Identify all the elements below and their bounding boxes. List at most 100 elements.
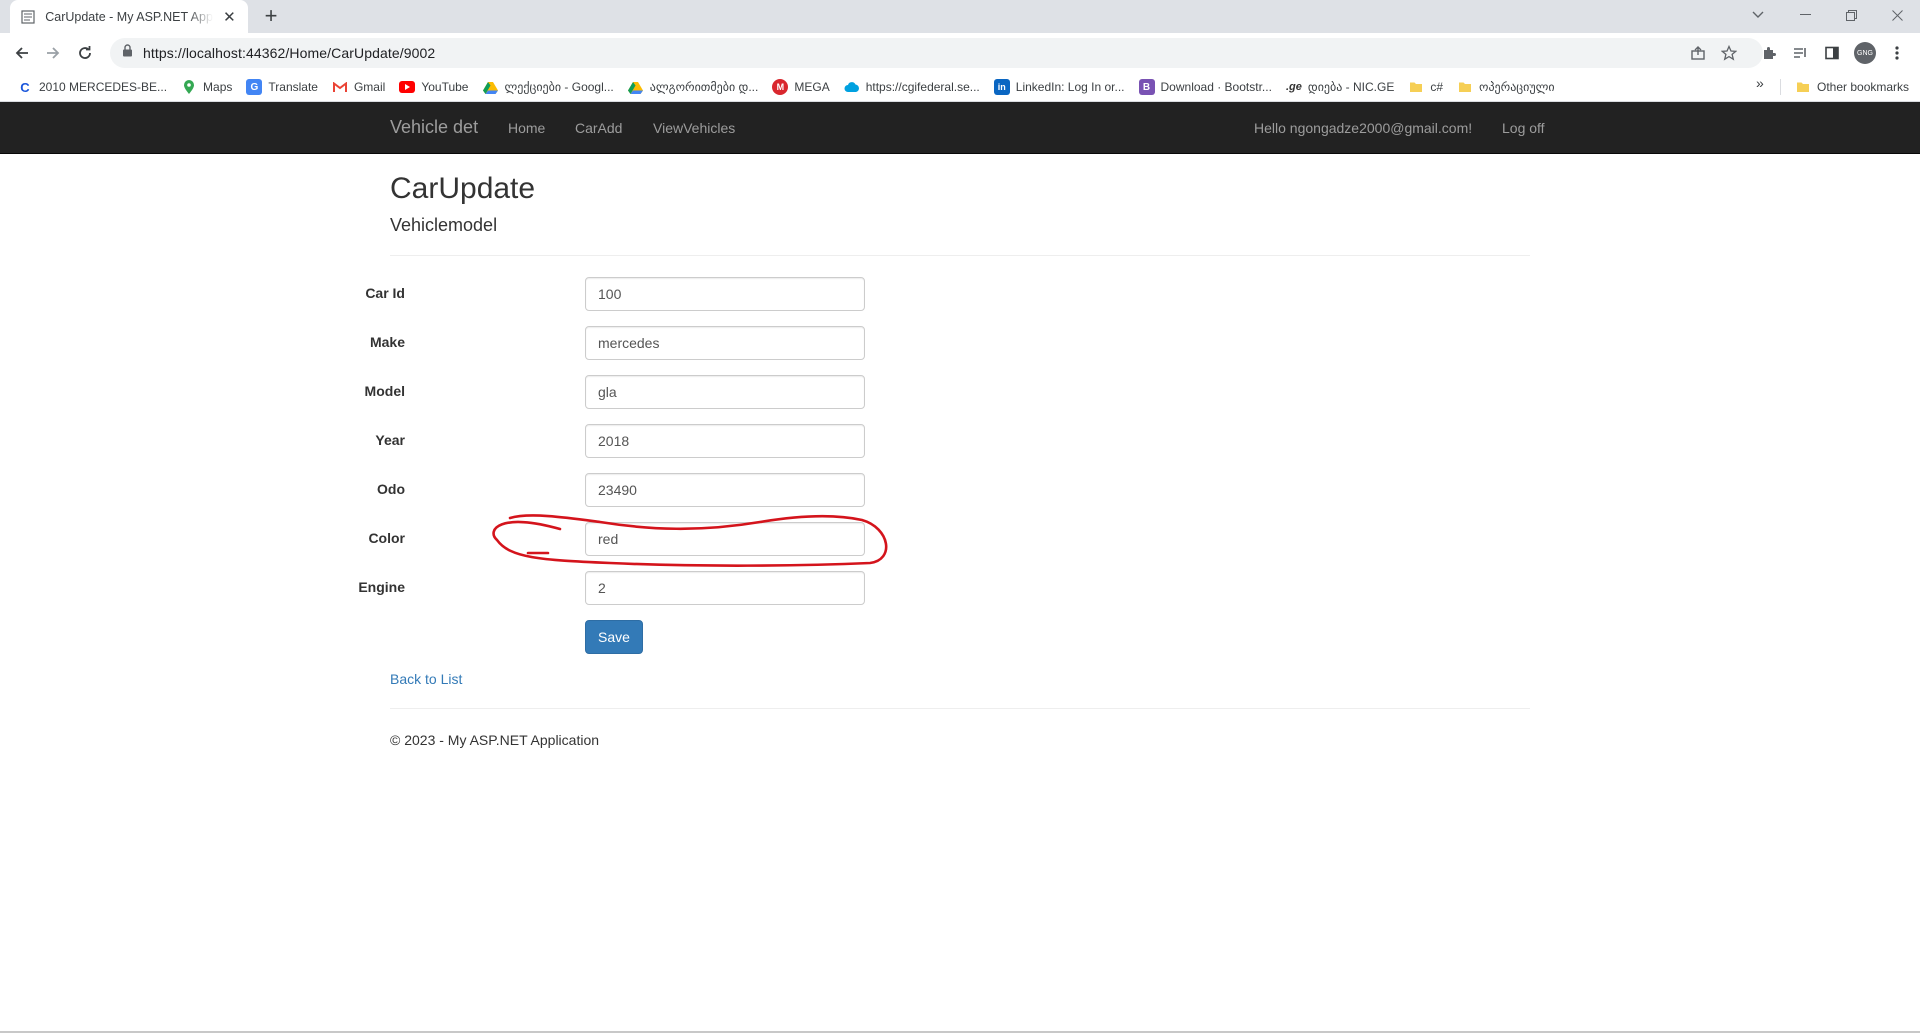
page-title: CarUpdate <box>390 172 536 205</box>
engine-label: Engine <box>358 579 405 595</box>
browser-tab-strip: CarUpdate - My ASP.NET Application ✕ + <box>0 0 1920 33</box>
bookmark-item[interactable]: B Download · Bootstr... <box>1132 75 1279 99</box>
restore-window-icon[interactable] <box>1828 0 1874 30</box>
bookmark-label: Maps <box>203 80 233 94</box>
page-favicon-icon <box>20 9 35 25</box>
bookmark-item[interactable]: Gmail <box>325 75 392 99</box>
bookmark-label: დიება - NIC.GE <box>1307 80 1395 94</box>
url-text: https://localhost:44362/Home/CarUpdate/9… <box>143 45 436 61</box>
divider <box>390 255 1530 256</box>
close-window-icon[interactable] <box>1874 0 1920 30</box>
bookmark-item[interactable]: https://cgifederal.se... <box>837 75 987 99</box>
odo-input[interactable]: 23490 <box>585 473 865 507</box>
back-to-list-link[interactable]: Back to List <box>390 671 462 687</box>
browser-tab[interactable]: CarUpdate - My ASP.NET Application ✕ <box>10 0 248 33</box>
form-row-model: Model gla <box>365 375 1530 409</box>
tab-search-icon[interactable] <box>1735 0 1781 30</box>
form-row-color: Color red <box>368 522 1530 556</box>
bookmark-item[interactable]: ალგორითმები დ... <box>621 75 766 99</box>
profile-avatar[interactable]: GNG <box>1852 40 1878 66</box>
page-subtitle: Vehiclemodel <box>390 215 498 235</box>
bookmark-item[interactable]: YouTube <box>392 75 475 99</box>
form-row-year: Year 2018 <box>375 424 1530 458</box>
footer-copyright: © 2023 - My ASP.NET Application <box>390 732 600 748</box>
engine-input[interactable]: 2 <box>585 571 865 605</box>
youtube-icon <box>399 79 416 95</box>
bookmark-label: Translate <box>268 80 318 94</box>
bookmark-label: ოპერაციული <box>1479 80 1555 94</box>
bookmarks-divider <box>1780 79 1781 95</box>
linkedin-icon: in <box>993 79 1010 95</box>
bookmark-item[interactable]: .ge დიება - NIC.GE <box>1279 75 1401 99</box>
year-input[interactable]: 2018 <box>585 424 865 458</box>
mega-icon: M <box>772 79 789 95</box>
side-panel-icon[interactable] <box>1819 40 1845 66</box>
extensions-puzzle-icon[interactable] <box>1756 40 1782 66</box>
site-navbar: Vehicle det Home CarAdd ViewVehicles Hel… <box>0 102 1920 154</box>
nav-link-viewvehicles[interactable]: ViewVehicles <box>653 120 735 136</box>
make-input[interactable]: mercedes <box>585 326 865 360</box>
maps-pin-icon <box>181 79 197 95</box>
bookmark-star-icon[interactable] <box>1716 40 1742 66</box>
color-input[interactable]: red <box>585 522 865 556</box>
model-input[interactable]: gla <box>585 375 865 409</box>
bookmark-item[interactable]: ლექციები - Googl... <box>475 75 620 99</box>
form-row-engine: Engine 2 <box>358 571 1530 605</box>
bookmark-label: Download · Bootstr... <box>1160 80 1272 94</box>
minimize-window-icon[interactable] <box>1782 0 1828 30</box>
nav-link-caradd[interactable]: CarAdd <box>575 120 622 136</box>
save-button[interactable]: Save <box>585 620 643 654</box>
bootstrap-icon: B <box>1138 79 1155 95</box>
nav-link-home[interactable]: Home <box>508 120 545 136</box>
navbar-brand[interactable]: Vehicle det <box>390 117 478 138</box>
bookmark-label: ლექციები - Googl... <box>504 80 614 94</box>
bookmark-label: ალგორითმები დ... <box>649 80 759 94</box>
bookmark-item[interactable]: C 2010 MERCEDES-BE... <box>10 75 174 99</box>
logoff-link[interactable]: Log off <box>1502 120 1545 136</box>
color-label: Color <box>368 530 405 546</box>
new-tab-button[interactable]: + <box>260 5 282 28</box>
odo-label: Odo <box>377 481 405 497</box>
lock-icon[interactable] <box>122 44 133 62</box>
reading-list-icon[interactable] <box>1787 40 1813 66</box>
drive-icon <box>482 79 498 95</box>
form-row-car-id: Car Id 100 <box>365 277 1530 311</box>
bookmark-label: c# <box>1430 80 1444 94</box>
red-circle-annotation <box>492 514 888 567</box>
bookmark-item[interactable]: Maps <box>174 75 239 99</box>
bookmark-label: Gmail <box>353 80 386 94</box>
car-id-label: Car Id <box>365 285 405 301</box>
ge-icon: .ge <box>1285 81 1302 93</box>
profile-initials: GNG <box>1854 42 1876 64</box>
bookmark-item[interactable]: ოპერაციული <box>1450 75 1562 99</box>
more-bookmarks-chevron-icon[interactable]: » <box>1756 75 1764 91</box>
user-greeting-link[interactable]: Hello ngongadze2000@gmail.com! <box>1254 120 1472 136</box>
footer-divider <box>390 708 1530 709</box>
bookmark-label: https://cgifederal.se... <box>865 80 980 94</box>
bookmark-item[interactable]: c# <box>1401 75 1450 99</box>
reload-icon[interactable] <box>72 40 98 66</box>
car-id-input[interactable]: 100 <box>585 277 865 311</box>
close-tab-icon[interactable]: ✕ <box>221 8 238 26</box>
tab-title: CarUpdate - My ASP.NET Application <box>45 9 213 24</box>
bookmark-item[interactable]: G Translate <box>239 75 325 99</box>
drive-icon <box>628 79 644 95</box>
gmail-icon <box>332 79 348 95</box>
folder-icon <box>1408 79 1424 95</box>
form-row-make: Make mercedes <box>370 326 1530 360</box>
folder-icon <box>1457 79 1473 95</box>
form-row-odo: Odo 23490 <box>377 473 1530 507</box>
bookmark-item[interactable]: M MEGA <box>765 75 836 99</box>
cloud-icon <box>844 79 860 95</box>
address-bar[interactable]: https://localhost:44362/Home/CarUpdate/9… <box>110 38 1763 68</box>
year-label: Year <box>375 432 405 448</box>
bookmark-item[interactable]: in LinkedIn: Log In or... <box>987 75 1132 99</box>
other-bookmarks-folder[interactable]: Other bookmarks <box>1788 75 1916 99</box>
browser-toolbar: https://localhost:44362/Home/CarUpdate/9… <box>0 33 1920 73</box>
make-label: Make <box>369 334 405 350</box>
back-arrow-icon[interactable] <box>9 40 35 66</box>
forward-arrow-icon[interactable] <box>40 40 66 66</box>
kebab-menu-icon[interactable] <box>1884 40 1910 66</box>
bookmarks-bar: C 2010 MERCEDES-BE... Maps G Translate G… <box>0 73 1920 102</box>
share-icon[interactable] <box>1685 40 1711 66</box>
